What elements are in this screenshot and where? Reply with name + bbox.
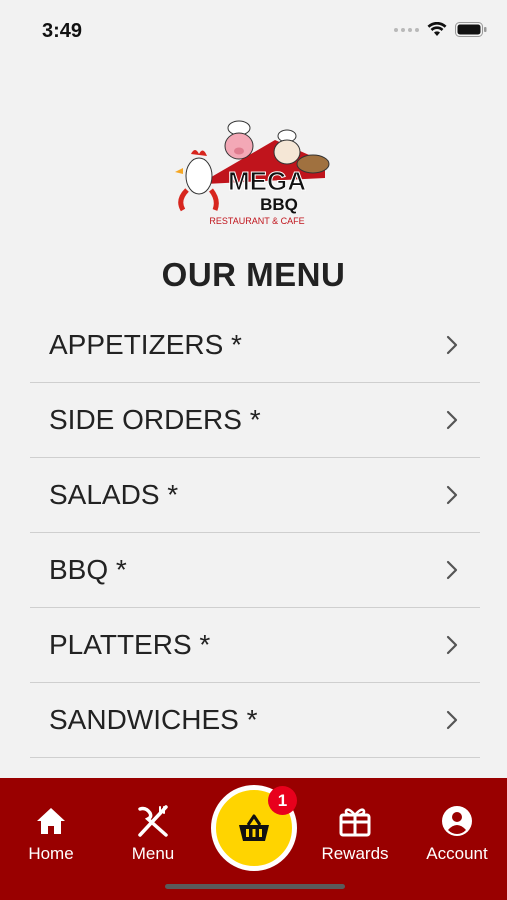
basket-icon	[239, 814, 269, 841]
logo-brand-text: MEGA	[228, 166, 306, 196]
tab-rewards[interactable]: Rewards	[305, 778, 405, 878]
logo-sub-text: BBQ	[260, 195, 298, 214]
tab-menu-label: Menu	[131, 844, 175, 863]
home-icon	[37, 808, 65, 834]
tab-account-label: Account	[426, 844, 488, 863]
wifi-icon	[427, 22, 447, 36]
battery-icon	[455, 22, 487, 37]
mega-bbq-logo: MEGA BBQ RESTAURANT & CAFE	[175, 118, 335, 230]
chevron-right-icon	[446, 335, 458, 355]
chevron-right-icon	[446, 635, 458, 655]
tab-account[interactable]: Account	[407, 778, 507, 878]
menu-item-label: SIDE ORDERS *	[49, 404, 261, 435]
menu-item-label: APPETIZERS *	[49, 329, 242, 360]
gift-icon	[339, 808, 371, 837]
page-title: OUR MENU	[161, 256, 346, 293]
menu-item-label: BBQ *	[49, 554, 127, 585]
chevron-right-icon	[446, 485, 458, 505]
cart-count-badge: 1	[268, 786, 297, 815]
user-circle-icon	[442, 806, 472, 836]
menu-item-appetizers[interactable]: APPETIZERS *	[30, 308, 480, 383]
menu-item-side-orders[interactable]: SIDE ORDERS *	[30, 383, 480, 458]
menu-item-sandwiches[interactable]: SANDWICHES *	[30, 683, 480, 758]
menu-item-salads[interactable]: SALADS *	[30, 458, 480, 533]
tab-home-label: Home	[28, 844, 74, 863]
tab-rewards-label: Rewards	[321, 844, 389, 863]
home-indicator	[165, 884, 345, 889]
menu-item-label: SALADS *	[49, 479, 179, 510]
logo-tagline: RESTAURANT & CAFE	[209, 216, 304, 226]
menu-item-platters[interactable]: PLATTERS *	[30, 608, 480, 683]
menu-category-list: APPETIZERS * SIDE ORDERS * SALADS * BBQ …	[30, 308, 480, 758]
status-bar: 3:49	[0, 0, 507, 60]
tab-home[interactable]: Home	[1, 778, 101, 878]
chevron-right-icon	[446, 410, 458, 430]
status-icons	[394, 22, 487, 37]
menu-item-label: PLATTERS *	[49, 629, 211, 660]
status-time: 3:49	[42, 20, 83, 42]
tab-menu[interactable]: Menu	[103, 778, 203, 878]
utensils-icon	[138, 805, 168, 837]
signal-icon	[394, 27, 419, 32]
chevron-right-icon	[446, 710, 458, 730]
chevron-right-icon	[446, 560, 458, 580]
menu-item-bbq[interactable]: BBQ *	[30, 533, 480, 608]
menu-item-label: SANDWICHES *	[49, 704, 258, 735]
